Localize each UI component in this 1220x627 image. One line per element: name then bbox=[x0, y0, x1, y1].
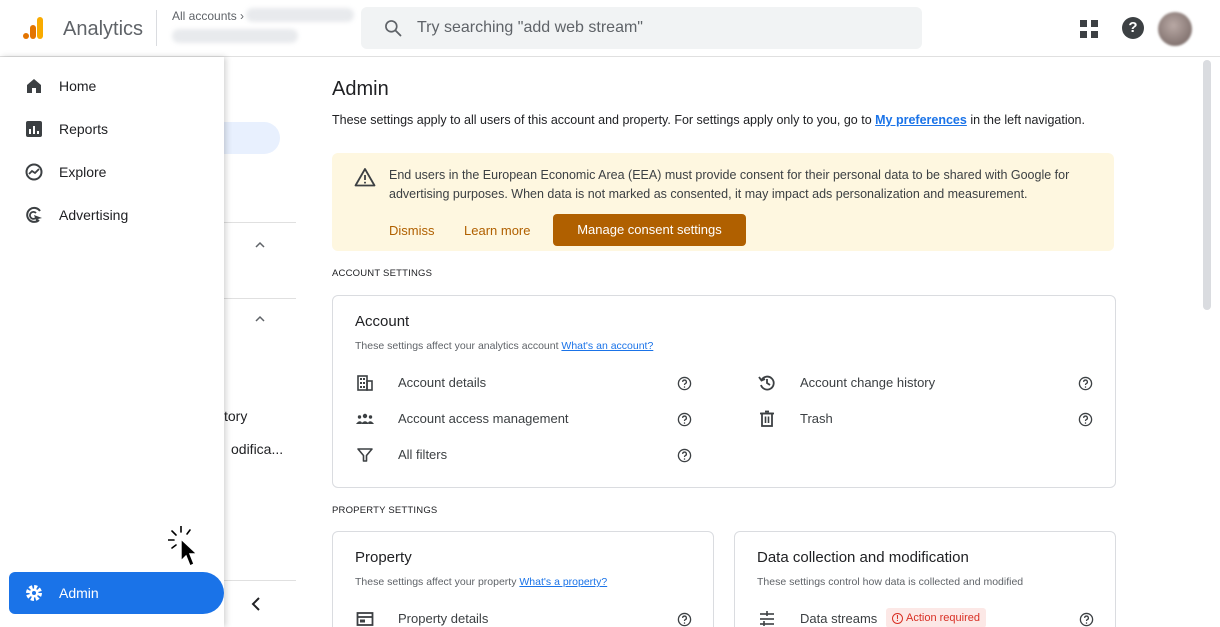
account-picker[interactable]: All accounts › bbox=[172, 9, 244, 23]
row-label: Trash bbox=[800, 411, 833, 426]
history-icon bbox=[758, 375, 775, 391]
search-icon bbox=[385, 20, 402, 37]
secondary-divider bbox=[224, 298, 296, 299]
account-details-row[interactable]: Account details bbox=[355, 371, 695, 395]
data-collection-card-subtitle: These settings control how data is colle… bbox=[757, 576, 1024, 588]
account-access-management-row[interactable]: Account access management bbox=[355, 407, 695, 431]
nav-item-admin[interactable]: Admin bbox=[9, 572, 224, 614]
filter-icon bbox=[357, 448, 373, 462]
nav-item-explore[interactable]: Explore bbox=[0, 152, 224, 192]
header-divider bbox=[156, 10, 157, 46]
row-label: All filters bbox=[398, 447, 448, 462]
search-input[interactable] bbox=[417, 7, 897, 49]
help-circle-icon[interactable] bbox=[677, 612, 692, 627]
property-card-title: Property bbox=[355, 549, 412, 566]
collapse-chevron-left-icon[interactable] bbox=[246, 594, 266, 614]
chevron-up-icon[interactable] bbox=[253, 312, 267, 326]
chevron-right-icon: › bbox=[240, 9, 245, 23]
app-name: Analytics bbox=[63, 18, 144, 40]
badge-text: Action required bbox=[906, 612, 980, 624]
help-circle-icon[interactable] bbox=[1078, 376, 1093, 391]
secondary-item-modification[interactable]: odifica... bbox=[231, 441, 283, 457]
subtitle-text: These settings affect your property bbox=[355, 576, 520, 588]
advertising-icon bbox=[26, 206, 42, 223]
row-label: Account access management bbox=[398, 411, 569, 426]
property-details-row[interactable]: Property details bbox=[355, 607, 685, 627]
account-card-title: Account bbox=[355, 313, 410, 330]
banner-message: End users in the European Economic Area … bbox=[389, 168, 1070, 201]
row-label: Data streams bbox=[800, 611, 878, 626]
help-circle-icon[interactable] bbox=[677, 448, 692, 463]
description-text: These settings apply to all users of thi… bbox=[332, 113, 876, 127]
warning-icon bbox=[354, 168, 376, 187]
nav-item-label: Explore bbox=[59, 164, 107, 180]
row-label: Account change history bbox=[800, 375, 936, 390]
page-description: These settings apply to all users of thi… bbox=[332, 113, 1085, 127]
property-details-icon bbox=[356, 612, 374, 626]
secondary-item-history[interactable]: tory bbox=[224, 408, 247, 424]
trash-icon bbox=[760, 410, 774, 427]
nav-item-label: Admin bbox=[59, 585, 99, 601]
data-collection-card-title: Data collection and modification bbox=[757, 549, 969, 566]
account-card-subtitle: These settings affect your analytics acc… bbox=[355, 340, 653, 352]
my-preferences-link[interactable]: My preferences bbox=[875, 113, 967, 127]
building-icon bbox=[357, 375, 373, 391]
data-streams-icon bbox=[760, 611, 774, 626]
property-card-subtitle: These settings affect your property What… bbox=[355, 576, 607, 588]
help-icon[interactable]: ? bbox=[1122, 17, 1144, 39]
home-icon bbox=[27, 79, 41, 93]
account-card: Account These settings affect your analy… bbox=[332, 295, 1116, 488]
secondary-divider bbox=[224, 580, 296, 581]
avatar[interactable] bbox=[1158, 12, 1192, 46]
breadcrumb-root: All accounts bbox=[172, 9, 237, 23]
property-settings-label: PROPERTY SETTINGS bbox=[332, 505, 438, 516]
scrollbar-thumb[interactable] bbox=[1203, 60, 1211, 310]
error-icon: ! bbox=[892, 612, 903, 624]
property-card: Property These settings affect your prop… bbox=[332, 531, 714, 627]
help-circle-icon[interactable] bbox=[677, 412, 692, 427]
row-label: Account details bbox=[398, 375, 487, 390]
consent-warning-banner: End users in the European Economic Area … bbox=[332, 153, 1114, 251]
trash-row[interactable]: Trash bbox=[757, 407, 1097, 431]
account-settings-label: ACCOUNT SETTINGS bbox=[332, 268, 433, 279]
reports-icon bbox=[26, 121, 42, 137]
account-change-history-row[interactable]: Account change history bbox=[757, 371, 1097, 395]
subtitle-text: These settings affect your analytics acc… bbox=[355, 340, 562, 352]
manage-consent-settings-button[interactable]: Manage consent settings bbox=[553, 214, 746, 246]
dismiss-button[interactable]: Dismiss bbox=[389, 223, 435, 238]
whats-an-account-link[interactable]: What's an account? bbox=[561, 340, 653, 352]
top-app-bar: Analytics All accounts › ? bbox=[0, 0, 1220, 57]
action-required-badge[interactable]: ! Action required bbox=[886, 608, 986, 627]
description-text-end: in the left navigation. bbox=[966, 113, 1085, 127]
nav-item-label: Advertising bbox=[59, 207, 129, 223]
secondary-divider bbox=[224, 222, 296, 223]
property-name-redacted bbox=[172, 29, 298, 43]
nav-item-label: Home bbox=[59, 78, 97, 94]
chevron-up-icon[interactable] bbox=[253, 238, 267, 252]
all-filters-row[interactable]: All filters bbox=[355, 443, 695, 467]
help-circle-icon[interactable] bbox=[1079, 612, 1094, 627]
account-name-redacted bbox=[246, 8, 354, 22]
users-icon bbox=[356, 413, 374, 424]
nav-item-home[interactable]: Home bbox=[0, 66, 224, 106]
whats-a-property-link[interactable]: What's a property? bbox=[519, 576, 607, 588]
apps-grid-icon[interactable] bbox=[1080, 20, 1098, 38]
nav-item-reports[interactable]: Reports bbox=[0, 109, 224, 149]
explore-icon bbox=[25, 163, 43, 181]
nav-item-label: Reports bbox=[59, 121, 109, 137]
help-circle-icon[interactable] bbox=[677, 376, 692, 391]
gear-icon bbox=[26, 585, 42, 601]
search-bar[interactable] bbox=[361, 7, 922, 49]
help-circle-icon[interactable] bbox=[1078, 412, 1093, 427]
learn-more-button[interactable]: Learn more bbox=[464, 223, 530, 238]
nav-item-advertising[interactable]: Advertising bbox=[0, 195, 224, 235]
analytics-logo-icon[interactable] bbox=[22, 16, 46, 40]
row-label: Property details bbox=[398, 611, 489, 626]
mouse-cursor-icon bbox=[168, 526, 199, 567]
page-title: Admin bbox=[332, 78, 389, 100]
